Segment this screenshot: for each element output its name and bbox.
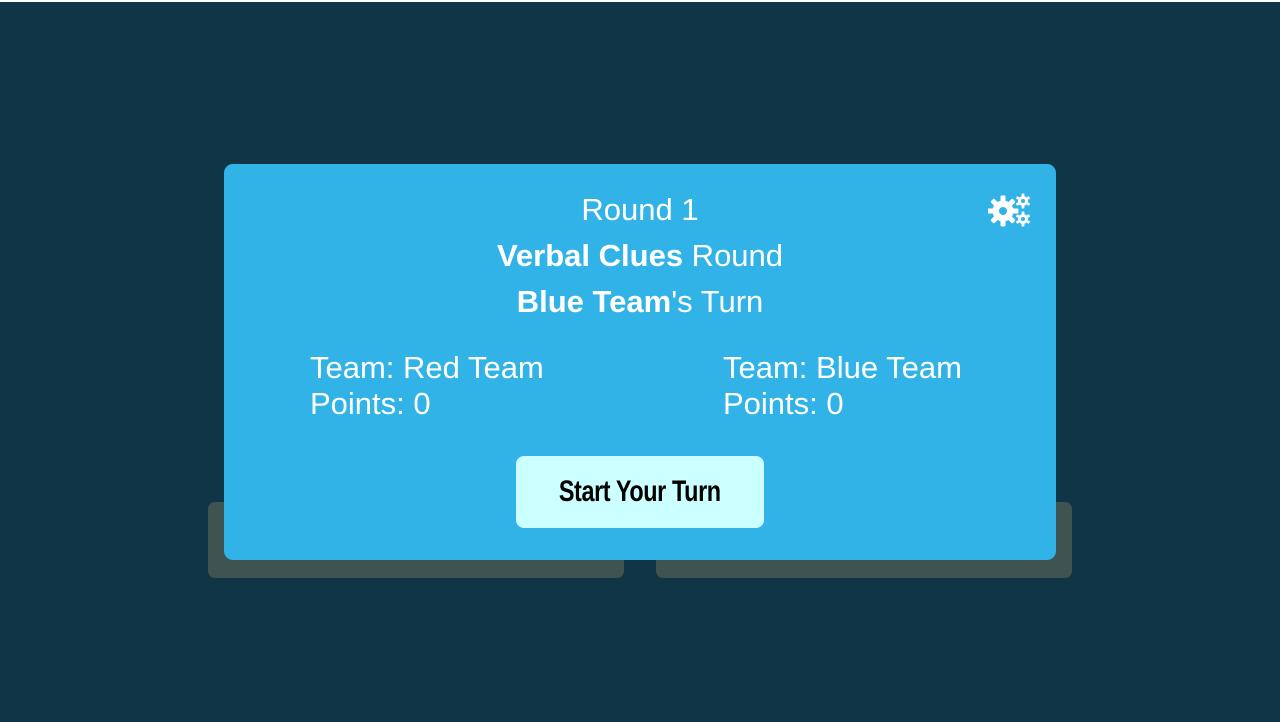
team-points: Points: 0 <box>723 386 844 421</box>
round-type: Verbal Clues Round <box>224 238 1056 274</box>
team-name: Team: Red Team <box>310 350 544 385</box>
current-team-name: Blue Team <box>516 284 672 319</box>
current-turn: Blue Team's Turn <box>224 284 1056 320</box>
round-type-name: Verbal Clues <box>496 238 684 273</box>
team-name: Team: Blue Team <box>723 350 962 385</box>
start-turn-button[interactable]: Start Your Turn <box>516 456 764 528</box>
start-turn-label: Start Your Turn <box>559 475 721 508</box>
turn-modal: Round 1 Verbal Clues Round Blue Team's T… <box>224 164 1056 560</box>
turn-suffix: 's Turn <box>671 284 764 319</box>
round-type-suffix: Round <box>683 238 784 273</box>
team-score-blue: Team: Blue Team Points: 0 <box>723 350 962 422</box>
team-score-red: Team: Red Team Points: 0 <box>310 350 544 422</box>
team-points: Points: 0 <box>310 386 431 421</box>
round-number: Round 1 <box>581 192 699 227</box>
